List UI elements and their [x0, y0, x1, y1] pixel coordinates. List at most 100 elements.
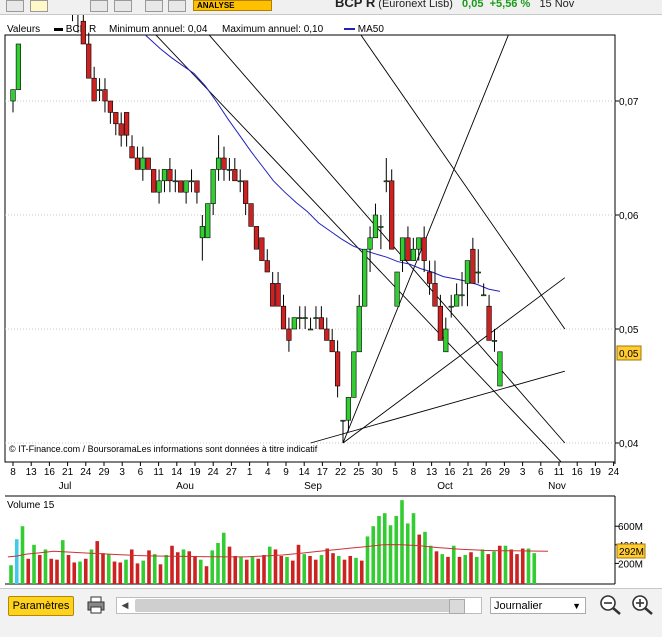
period-select[interactable]: Journalier ▼: [490, 597, 586, 614]
candle-body: [237, 180, 243, 183]
price-xtick-label: 19: [590, 467, 602, 478]
candle-body: [161, 169, 168, 182]
volume-bar: [198, 559, 203, 584]
fibonacci-tool-icon[interactable]: [114, 0, 132, 12]
volume-bar: [474, 556, 479, 584]
price-xtick-label: 27: [226, 467, 238, 478]
zoom-in-icon[interactable]: [630, 594, 654, 616]
volume-bar: [520, 548, 525, 584]
volume-bar: [83, 558, 88, 584]
price-xtick-label: 29: [98, 467, 110, 478]
volume-bar: [26, 558, 31, 584]
volume-bar: [72, 562, 77, 584]
candle-body: [107, 100, 113, 113]
volume-bar: [440, 554, 445, 584]
month-label: Oct: [437, 481, 453, 492]
candle-body: [394, 271, 400, 307]
price-xtick-label: 8: [411, 467, 417, 478]
parametres-button[interactable]: Paramètres: [8, 596, 74, 616]
candle-body: [318, 317, 324, 330]
crosshair-tool-icon[interactable]: [30, 0, 48, 12]
volume-bar: [250, 556, 255, 584]
print-icon[interactable]: [86, 595, 106, 615]
candle-body: [156, 180, 162, 193]
candle-body: [264, 260, 270, 273]
volume-bar: [446, 556, 450, 584]
month-label: Aou: [176, 481, 194, 492]
bottom-toolbar: Paramètres ◀ Journalier ▼: [0, 588, 662, 637]
candle-body: [454, 294, 460, 307]
candle-body: [437, 305, 443, 341]
price-xtick-label: 13: [26, 467, 38, 478]
delete-tool-icon[interactable]: [168, 0, 186, 12]
period-select-value: Journalier: [494, 600, 543, 612]
volume-bar: [170, 545, 174, 584]
price-xtick-label: 24: [608, 467, 620, 478]
volume-bar: [509, 549, 514, 584]
ticker-price: 0,05: [462, 0, 484, 10]
candle-body: [356, 305, 362, 353]
candle-body: [253, 226, 260, 250]
candle-body: [313, 317, 319, 319]
volume-bar: [210, 550, 215, 584]
cursor-tool-icon[interactable]: [6, 0, 24, 12]
scroll-thumb[interactable]: [135, 599, 463, 612]
candle-body: [329, 340, 335, 353]
candle-body: [297, 317, 303, 319]
volume-bar: [451, 545, 456, 584]
volume-bar: [428, 545, 433, 584]
price-xtick-label: 13: [426, 467, 438, 478]
candle-body: [432, 283, 438, 307]
candle-body: [80, 20, 86, 45]
candle-body: [291, 317, 297, 330]
candle-body: [167, 169, 173, 182]
chevron-down-icon: ▼: [572, 601, 581, 611]
volume-bar: [193, 555, 197, 584]
volume-bar: [49, 558, 54, 584]
candle-body: [243, 180, 249, 204]
copyright-note: © IT-Finance.com / BoursoramaLes informa…: [9, 444, 318, 454]
top-toolbar: ANALYSE BCP R (Euronext Lisb) 0,05 +5,56…: [0, 0, 662, 15]
text-tool-icon[interactable]: [145, 0, 163, 12]
volume-bar: [434, 551, 439, 584]
price-ytick-label: 0,07: [619, 97, 639, 108]
candle-body: [270, 283, 276, 307]
zoom-out-icon[interactable]: [598, 594, 622, 616]
volume-bar: [164, 555, 169, 584]
candle-body: [486, 305, 492, 341]
price-ytick-label: 0,06: [619, 211, 639, 222]
candle-body: [416, 237, 422, 250]
scroll-right-handle[interactable]: [449, 599, 465, 614]
volume-bar: [480, 549, 485, 584]
price-xtick-label: 14: [171, 467, 183, 478]
volume-bar: [89, 549, 94, 584]
volume-bar: [457, 556, 462, 584]
analyse-button[interactable]: ANALYSE: [193, 0, 272, 11]
volume-bar: [515, 554, 519, 584]
volume-bar: [285, 556, 289, 584]
time-scrollbar[interactable]: ◀: [116, 597, 482, 614]
scroll-left-arrow-icon[interactable]: ◀: [117, 598, 133, 613]
line-tool-icon[interactable]: [90, 0, 108, 12]
volume-bar: [262, 555, 266, 584]
candle-body: [405, 237, 411, 261]
candle-body: [491, 340, 498, 342]
volume-title: Volume 15: [7, 500, 55, 511]
price-xtick-label: 24: [208, 467, 220, 478]
candle-body: [113, 112, 119, 125]
price-xtick-label: 30: [371, 467, 383, 478]
volume-bar: [319, 555, 324, 584]
candle-body: [118, 123, 124, 136]
volume-bar: [388, 525, 393, 584]
volume-bar: [279, 555, 284, 584]
price-volume-chart[interactable]: 0,040,050,060,070,0881316212429361114192…: [0, 15, 662, 588]
volume-bar: [244, 559, 249, 584]
volume-bar: [371, 526, 376, 584]
candle-body: [459, 294, 465, 297]
candle-body: [96, 89, 103, 91]
candle-body: [188, 180, 195, 183]
volume-bar: [158, 564, 163, 584]
price-xtick-label: 25: [353, 467, 365, 478]
candle-body: [86, 43, 92, 79]
price-xtick-label: 14: [299, 467, 311, 478]
